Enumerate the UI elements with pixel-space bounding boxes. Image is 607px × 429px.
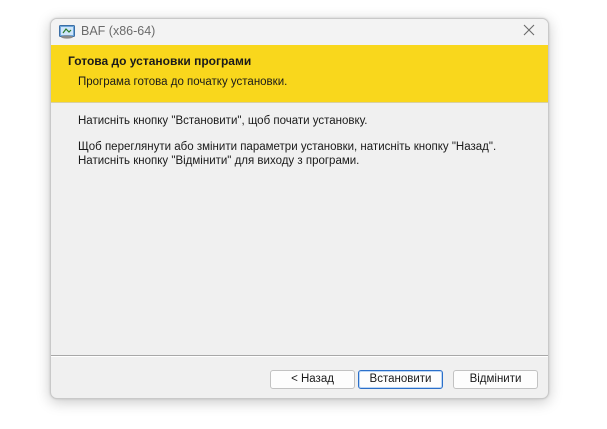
instruction-cancel: Натисніть кнопку "Відмінити" для виходу … xyxy=(78,155,360,167)
footer-divider xyxy=(51,355,548,357)
close-icon xyxy=(523,23,535,41)
window-title: BAF (x86-64) xyxy=(81,24,156,38)
instruction-install: Натисніть кнопку "Встановити", щоб почат… xyxy=(78,115,368,127)
instruction-back: Щоб переглянути або змінити параметри ус… xyxy=(78,141,497,153)
installer-app-icon xyxy=(59,25,75,39)
installer-window: BAF (x86-64) Готова до установки програм… xyxy=(50,18,549,399)
banner-subtitle: Програма готова до початку установки. xyxy=(78,76,288,88)
install-button[interactable]: Встановити xyxy=(358,370,443,389)
banner-title: Готова до установки програми xyxy=(68,54,252,68)
header-banner: Готова до установки програми Програма го… xyxy=(51,45,548,103)
back-button[interactable]: < Назад xyxy=(270,370,355,389)
cancel-button[interactable]: Відмінити xyxy=(453,370,538,389)
title-bar[interactable]: BAF (x86-64) xyxy=(51,19,548,45)
close-button[interactable] xyxy=(518,21,540,43)
